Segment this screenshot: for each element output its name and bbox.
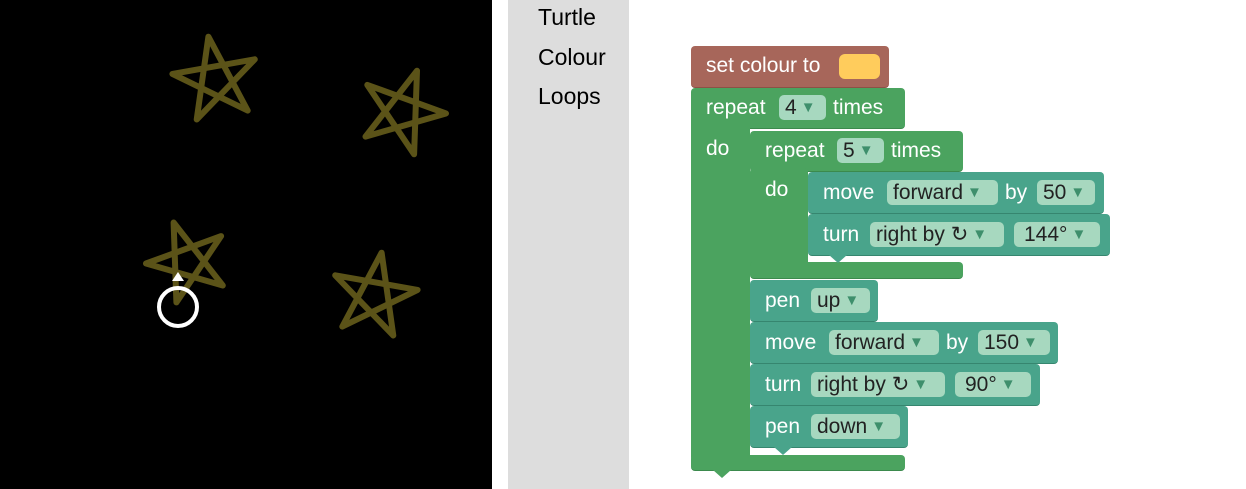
turn-outer-label: turn: [765, 373, 802, 396]
move-outer-block[interactable]: move forward ▼ by 150 ▼: [750, 322, 1058, 364]
repeat-inner-do-label: do: [765, 178, 789, 201]
pen-up-block[interactable]: pen up ▼: [750, 280, 878, 322]
pen-up-dropdown[interactable]: up ▼: [811, 288, 870, 313]
block-notch: [829, 255, 847, 263]
turn-outer-angle-dropdown[interactable]: 90° ▼: [955, 372, 1031, 397]
category-loops[interactable]: Loops: [538, 83, 601, 110]
dropdown-arrow-icon: ▼: [1070, 184, 1086, 201]
drawing-svg: [143, 33, 449, 339]
repeat-inner-block[interactable]: repeat 5 ▼ times: [750, 131, 963, 172]
category-colour[interactable]: Colour: [538, 44, 606, 71]
repeat-outer-do-label: do: [706, 137, 730, 160]
move-inner-direction-dropdown[interactable]: forward ▼: [887, 180, 998, 205]
move-outer-by-label: by: [946, 331, 969, 354]
pen-down-label: pen: [765, 415, 801, 438]
star-drawing-2: [362, 67, 449, 158]
repeat-outer-footer: [691, 455, 905, 471]
repeat-inner-footer: [750, 262, 963, 279]
move-inner-by-label: by: [1005, 181, 1028, 204]
colour-swatch[interactable]: [839, 54, 880, 79]
block-notch: [774, 447, 792, 455]
move-inner-block[interactable]: move forward ▼ by 50 ▼: [808, 172, 1104, 214]
star-drawing-1: [169, 33, 258, 123]
repeat-outer-count-dropdown[interactable]: 4 ▼: [779, 95, 826, 120]
move-outer-label: move: [765, 331, 817, 354]
move-outer-direction-dropdown[interactable]: forward ▼: [829, 330, 939, 355]
repeat-inner-arm: do: [750, 168, 808, 276]
dropdown-arrow-icon: ▼: [858, 142, 874, 159]
repeat-outer-times-label: times: [833, 96, 884, 119]
turn-inner-label: turn: [823, 223, 860, 246]
block-notch: [713, 470, 731, 478]
repeat-inner-label: repeat: [765, 139, 825, 162]
dropdown-arrow-icon: ▼: [967, 184, 982, 201]
turn-outer-block[interactable]: turn right by ↻ ▼ 90° ▼: [750, 364, 1040, 406]
pen-down-block[interactable]: pen down ▼: [750, 406, 908, 448]
repeat-outer-label: repeat: [706, 96, 766, 119]
dropdown-arrow-icon: ▼: [909, 334, 924, 351]
dropdown-arrow-icon: ▼: [871, 418, 887, 435]
move-inner-distance-dropdown[interactable]: 50 ▼: [1037, 180, 1095, 205]
turn-inner-angle-dropdown[interactable]: 144° ▼: [1014, 222, 1100, 247]
toolbox: Turtle Colour Loops: [508, 0, 629, 489]
dropdown-arrow-icon: ▼: [800, 99, 816, 116]
category-turtle[interactable]: Turtle: [538, 4, 596, 31]
turn-inner-block[interactable]: turn right by ↻ ▼ 144° ▼: [808, 214, 1110, 256]
repeat-inner-times-label: times: [891, 139, 942, 162]
dropdown-arrow-icon: ▼: [913, 376, 929, 393]
set-colour-block[interactable]: set colour to: [691, 46, 889, 88]
turn-inner-direction-dropdown[interactable]: right by ↻ ▼: [870, 222, 1004, 247]
move-inner-label: move: [823, 181, 875, 204]
repeat-outer-arm: do: [691, 125, 750, 465]
pen-down-dropdown[interactable]: down ▼: [811, 414, 900, 439]
dropdown-arrow-icon: ▼: [1071, 226, 1087, 243]
dropdown-arrow-icon: ▼: [1000, 376, 1016, 393]
star-drawing-4: [332, 249, 421, 339]
dropdown-arrow-icon: ▼: [972, 226, 988, 243]
dropdown-arrow-icon: ▼: [1023, 334, 1038, 351]
block-workspace: set colour to repeat 4 ▼ times do repeat …: [629, 0, 1246, 489]
set-colour-label: set colour to: [706, 54, 821, 77]
turtle-canvas: [0, 0, 492, 489]
repeat-inner-count-dropdown[interactable]: 5 ▼: [837, 138, 884, 163]
move-outer-distance-dropdown[interactable]: 150 ▼: [978, 330, 1050, 355]
dropdown-arrow-icon: ▼: [844, 292, 860, 309]
repeat-outer-block[interactable]: repeat 4 ▼ times: [691, 88, 905, 129]
pen-up-label: pen: [765, 289, 801, 312]
turn-outer-direction-dropdown[interactable]: right by ↻ ▼: [811, 372, 945, 397]
